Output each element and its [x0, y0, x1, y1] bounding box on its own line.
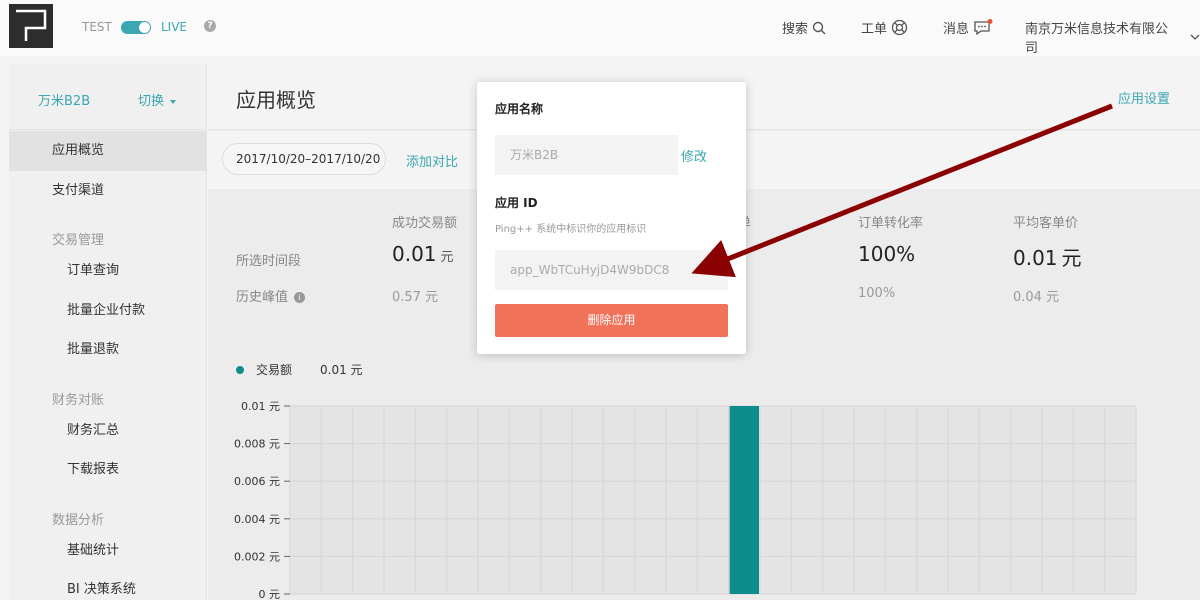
row-label-history-text: 历史峰值	[236, 290, 289, 305]
edit-app-name-link[interactable]: 修改	[681, 146, 707, 165]
y-tick-label: 0.006 元	[234, 475, 280, 488]
app-name-label: 应用名称	[495, 102, 544, 116]
stat-peak-conversion: 100%	[858, 286, 896, 301]
sidebar-item-order-query[interactable]: 订单查询	[9, 251, 207, 291]
stat-head-conversion: 订单转化率	[858, 216, 924, 231]
delete-app-button[interactable]: 删除应用	[495, 304, 728, 337]
success-amount-number: 0.01	[392, 242, 437, 266]
messages-label: 消息	[943, 22, 970, 37]
stat-head-success-amount: 成功交易额	[392, 216, 458, 231]
stat-value-conversion: 100%	[858, 242, 916, 266]
logo-icon	[16, 9, 47, 41]
row-label-history: 历史峰值 i	[236, 286, 306, 305]
chart-legend[interactable]: 交易额 0.01 元	[236, 361, 363, 378]
stat-value-avg-price: 0.01 元	[1013, 242, 1082, 271]
legend-series-value: 0.01 元	[320, 363, 363, 377]
page-title: 应用概览	[236, 88, 316, 112]
switch-app-button[interactable]: 切换	[138, 90, 177, 109]
date-range-picker[interactable]: 2017/10/20–2017/10/20	[222, 143, 386, 175]
search-label: 搜索	[782, 22, 809, 37]
current-app-name[interactable]: 万米B2B	[38, 90, 90, 109]
app-switcher: 万米B2B 切换	[9, 64, 207, 130]
sidebar-group-transactions: 交易管理	[52, 233, 105, 248]
y-tick-label: 0.008 元	[234, 438, 280, 451]
switch-label: 切换	[138, 94, 165, 109]
search-button[interactable]: 搜索	[782, 18, 826, 37]
top-bar: TEST LIVE ? 搜索 工单 消息 南京万米信息技术有限公司	[0, 0, 1200, 56]
stat-value-success-amount: 0.01 元	[392, 242, 454, 266]
add-compare-link[interactable]: 添加对比	[406, 151, 458, 170]
sidebar-item-batch-refund[interactable]: 批量退款	[9, 330, 207, 370]
sidebar-item-finance-summary[interactable]: 财务汇总	[9, 411, 207, 451]
app-settings-link[interactable]: 应用设置	[1118, 88, 1170, 107]
bar-chart: 0.01 元 0.008 元 0.006 元 0.004 元 0.002 元 0 元	[234, 400, 1137, 600]
chart-bar[interactable]	[729, 406, 759, 594]
sidebar-item-batch-corp-pay[interactable]: 批量企业付款	[9, 291, 207, 331]
help-icon[interactable]: ?	[204, 20, 216, 32]
lifebuoy-icon	[891, 19, 908, 36]
company-menu[interactable]: 南京万米信息技术有限公司	[1025, 18, 1200, 56]
ticket-label: 工单	[861, 22, 888, 37]
sidebar-item-payment-channels[interactable]: 支付渠道	[9, 171, 207, 211]
sidebar-group-analytics: 数据分析	[52, 513, 105, 528]
app-name-field[interactable]: 万米B2B	[495, 135, 678, 175]
env-test-label: TEST	[82, 20, 112, 34]
ticket-button[interactable]: 工单	[861, 18, 908, 37]
messages-button[interactable]: 消息	[943, 18, 993, 37]
avg-price-unit: 元	[1061, 246, 1082, 270]
chart-plot-area	[290, 406, 1136, 594]
row-label-selected: 所选时间段	[236, 254, 302, 269]
app-id-field[interactable]: app_WbTCuHyjD4W9bDC8	[495, 250, 728, 290]
legend-series-name: 交易额	[256, 363, 293, 377]
sidebar-item-download-reports[interactable]: 下载报表	[9, 450, 207, 490]
sidebar-item-bi-system[interactable]: BI 决策系统	[9, 570, 207, 600]
y-tick-label: 0.002 元	[234, 550, 280, 563]
stat-peak-success-amount: 0.57 元	[392, 290, 439, 305]
caret-down-icon	[170, 99, 177, 104]
sidebar: 万米B2B 切换 应用概览 支付渠道 交易管理 订单查询 批量企业付款 批量退款…	[9, 64, 207, 600]
stat-peak-avg-price: 0.04 元	[1013, 290, 1060, 305]
toggle-knob	[139, 22, 150, 33]
sidebar-item-basic-stats[interactable]: 基础统计	[9, 531, 207, 571]
env-toggle[interactable]	[121, 21, 151, 34]
avg-price-number: 0.01	[1013, 246, 1058, 270]
legend-swatch	[236, 365, 244, 374]
y-tick-label: 0.004 元	[234, 513, 280, 526]
y-tick-label: 0.01 元	[241, 400, 280, 413]
env-live-label: LIVE	[161, 20, 188, 34]
chevron-down-icon	[1190, 34, 1200, 40]
sidebar-item-overview[interactable]: 应用概览	[9, 131, 207, 171]
app-settings-modal: 应用名称 万米B2B 修改 应用 ID Ping++ 系统中标识你的应用标识 a…	[477, 82, 746, 354]
chart-bars	[729, 406, 759, 594]
search-icon	[812, 21, 826, 34]
stat-head-avg-price: 平均客单价	[1013, 216, 1079, 231]
chart-grid	[289, 405, 1137, 595]
app-id-label: 应用 ID	[495, 196, 538, 210]
info-icon[interactable]: i	[294, 292, 306, 303]
app-id-help-text: Ping++ 系统中标识你的应用标识	[495, 224, 647, 235]
logo[interactable]	[9, 4, 53, 48]
sidebar-group-finance: 财务对账	[52, 393, 105, 408]
y-tick-label: 0 元	[259, 588, 281, 600]
chart-y-ticks: 0.01 元 0.008 元 0.006 元 0.004 元 0.002 元 0 元	[234, 400, 290, 600]
success-amount-unit: 元	[440, 250, 454, 265]
message-icon	[974, 18, 993, 35]
company-label: 南京万米信息技术有限公司	[1025, 22, 1169, 56]
